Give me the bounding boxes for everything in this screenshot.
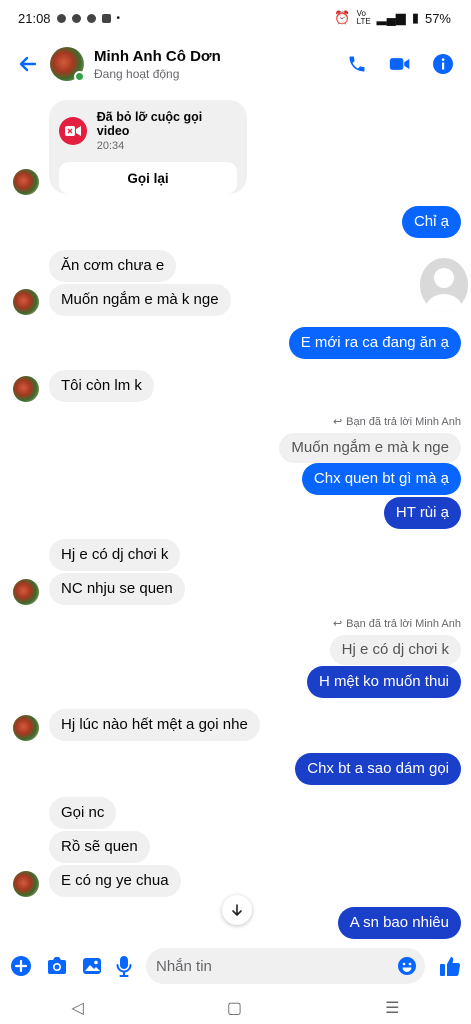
contact-avatar[interactable] — [50, 47, 85, 82]
microphone-icon[interactable] — [116, 955, 132, 977]
message-input[interactable]: Nhắn tin — [146, 948, 425, 984]
nav-home-button[interactable]: ▢ — [227, 998, 242, 1018]
message-incoming[interactable]: Gọi nc — [49, 797, 117, 829]
message-outgoing[interactable]: HT rùi ạ — [383, 497, 461, 529]
contact-name: Minh Anh Cô Dơn — [94, 47, 221, 65]
network-label: Vo LTE — [356, 9, 371, 26]
message-incoming[interactable]: E có ng ye chua — [49, 865, 181, 897]
reply-arrow-icon: ↩ — [332, 618, 343, 630]
message-list[interactable]: Đã bỏ lỡ cuộc gọi video 20:34 Gọi lại Ch… — [0, 92, 471, 940]
like-icon[interactable] — [439, 955, 461, 977]
avatar[interactable] — [13, 871, 39, 897]
reply-note-text: Bạn đã trả lời Minh Anh — [346, 415, 461, 428]
missed-call-time: 20:34 — [96, 140, 125, 152]
missed-call-card: Đã bỏ lỡ cuộc gọi video 20:34 Gọi lại — [49, 100, 247, 194]
reply-note: ↩ Bạn đã trả lời Minh Anh — [332, 415, 461, 429]
scroll-down-button[interactable] — [222, 895, 252, 925]
chat-notification-icon — [71, 13, 81, 23]
nav-recents-button[interactable]: ☰ — [385, 998, 399, 1018]
status-time: 21:08 — [18, 10, 51, 26]
avatar[interactable] — [13, 715, 39, 741]
contact-status: Đang hoạt động — [94, 66, 180, 81]
reply-note-text: Bạn đã trả lời Minh Anh — [346, 617, 461, 630]
missed-call-title: Đã bỏ lỡ cuộc gọi video — [96, 110, 203, 138]
message-incoming[interactable]: Rồ sẽ quen — [49, 831, 150, 863]
emoji-icon[interactable] — [397, 956, 417, 976]
gallery-notification-icon — [101, 13, 111, 23]
message-outgoing[interactable]: A sn bao nhiêu — [337, 907, 461, 939]
message-notification-icon — [86, 13, 96, 23]
message-outgoing[interactable]: H mệt ko muốn thui — [306, 666, 461, 698]
nav-back-button[interactable]: ◁ — [72, 998, 84, 1018]
plus-icon[interactable] — [10, 955, 32, 977]
alarm-icon: ⏰ — [334, 10, 351, 25]
message-incoming[interactable]: Ăn cơm chưa e — [49, 250, 177, 282]
video-call-icon[interactable] — [389, 54, 411, 74]
avatar[interactable] — [13, 289, 39, 315]
chat-header: Minh Anh Cô Dơn Đang hoạt động — [0, 36, 471, 92]
messenger-notification-icon — [56, 13, 66, 23]
contact-info[interactable]: Minh Anh Cô Dơn Đang hoạt động — [94, 48, 221, 81]
message-incoming[interactable]: NC nhju se quen — [49, 573, 185, 605]
missed-video-call-icon — [59, 117, 87, 145]
avatar[interactable] — [13, 169, 39, 195]
seen-avatar — [420, 258, 468, 312]
status-bar: 21:08 • ⏰ Vo LTE ▂▄▆ ▮ 57% — [0, 0, 471, 36]
message-outgoing[interactable]: Chx bt a sao dám gọi — [295, 753, 461, 785]
notification-icons: • — [56, 12, 121, 24]
call-back-button[interactable]: Gọi lại — [59, 162, 237, 194]
message-outgoing[interactable]: E mới ra ca đang ăn ạ — [288, 327, 461, 359]
system-nav-bar: ◁ ▢ ☰ — [0, 992, 471, 1024]
message-outgoing[interactable]: Chx quen bt gì mà ạ — [301, 463, 461, 495]
more-notifications-icon: • — [116, 12, 121, 24]
message-outgoing[interactable]: Chỉ ạ — [401, 206, 461, 238]
message-incoming[interactable]: Hj lúc nào hết mệt a gọi nhe — [49, 709, 260, 741]
message-input-placeholder: Nhắn tin — [156, 957, 212, 975]
signal-icon: ▂▄▆ — [376, 10, 406, 25]
gallery-icon[interactable] — [82, 956, 102, 976]
battery-percent: 57% — [424, 10, 451, 26]
message-incoming[interactable]: Muốn ngắm e mà k nge — [49, 284, 231, 316]
message-incoming[interactable]: Tôi còn lm k — [49, 370, 154, 402]
quoted-message[interactable]: Hj e có dj chơi k — [329, 635, 461, 665]
info-icon[interactable] — [433, 54, 453, 74]
online-indicator — [74, 71, 85, 82]
camera-icon[interactable] — [46, 956, 68, 976]
avatar[interactable] — [13, 579, 39, 605]
phone-icon[interactable] — [347, 54, 367, 74]
quoted-message[interactable]: Muốn ngắm e mà k nge — [279, 433, 461, 463]
reply-note: ↩ Bạn đã trả lời Minh Anh — [332, 617, 461, 631]
battery-icon: ▮ — [411, 10, 419, 25]
composer-bar: Nhắn tin — [0, 940, 471, 992]
back-arrow-icon[interactable] — [12, 48, 44, 80]
reply-arrow-icon: ↩ — [332, 416, 343, 428]
avatar[interactable] — [13, 376, 39, 402]
message-incoming[interactable]: Hj e có dj chơi k — [49, 539, 181, 571]
